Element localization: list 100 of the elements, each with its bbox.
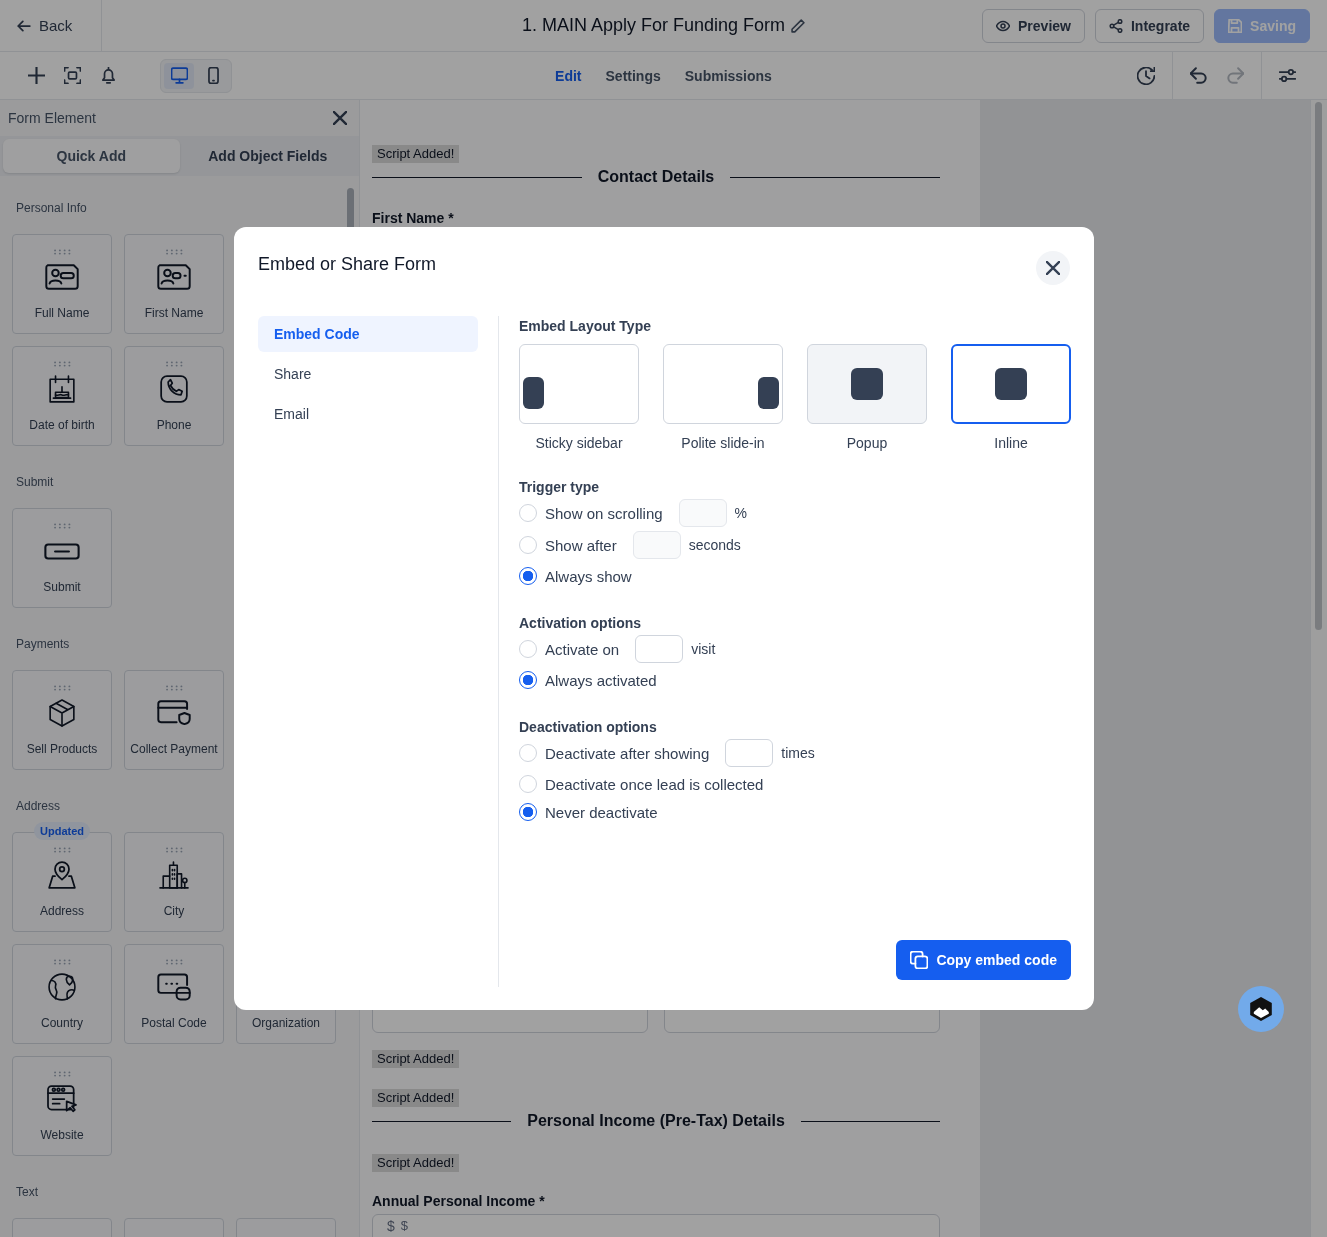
- desktop-view-button[interactable]: [164, 62, 194, 89]
- hexagon-logo-icon: [1250, 997, 1272, 1021]
- radio-button[interactable]: [519, 803, 537, 821]
- unit-label: visit: [691, 641, 716, 657]
- group-heading: Embed Layout Type: [519, 317, 651, 336]
- section-heading: Submit: [16, 474, 54, 490]
- radio-label[interactable]: Activate on: [545, 640, 620, 658]
- dialog-nav-item[interactable]: Email: [258, 396, 478, 432]
- undo-arrow-icon: [1189, 67, 1207, 84]
- dialog-nav-item[interactable]: Share: [258, 356, 478, 392]
- drag-handle-icon: [54, 685, 71, 691]
- section-heading: Text: [16, 1184, 38, 1200]
- script-tag: Script Added!: [372, 1050, 460, 1068]
- field-card[interactable]: Phone: [124, 346, 224, 446]
- drag-handle-icon: [54, 1071, 71, 1077]
- share-icon: [1108, 18, 1123, 33]
- currency-input-field[interactable]: $ $: [372, 1214, 940, 1237]
- redo-arrow-icon: [1226, 67, 1244, 84]
- field-card[interactable]: First Name: [124, 234, 224, 334]
- close-button[interactable]: [1036, 251, 1070, 285]
- sliders-icon: [1278, 67, 1296, 84]
- id-card-icon: [45, 263, 79, 291]
- field-card[interactable]: Website: [12, 1056, 112, 1156]
- dialog-nav-item[interactable]: Embed Code: [258, 316, 478, 352]
- editor-tab[interactable]: Submissions: [684, 63, 772, 88]
- layout-option[interactable]: [951, 344, 1071, 424]
- copy-icon: [910, 951, 929, 969]
- history-clock-icon: [1137, 66, 1155, 85]
- field-card[interactable]: Country: [12, 944, 112, 1044]
- number-input[interactable]: [725, 739, 774, 767]
- radio-label[interactable]: Deactivate once lead is collected: [545, 775, 764, 793]
- monitor-icon: [170, 67, 188, 84]
- back-button[interactable]: Back: [0, 0, 102, 51]
- drag-handle-icon: [54, 361, 71, 367]
- integrate-button[interactable]: Integrate: [1094, 8, 1205, 43]
- phone-icon: [157, 375, 191, 403]
- dotted-field-icon: [157, 973, 191, 1001]
- eye-icon: [996, 18, 1011, 33]
- field-label: First Name *: [372, 209, 454, 227]
- radio-button[interactable]: [519, 567, 537, 585]
- currency-symbol: $: [387, 1219, 395, 1233]
- section-heading: Address: [16, 798, 61, 814]
- field-label: Annual Personal Income *: [372, 1192, 545, 1210]
- section-title: Contact Details: [597, 168, 715, 186]
- script-tag: Script Added!: [372, 1154, 460, 1172]
- drag-handle-icon: [54, 523, 71, 529]
- field-card[interactable]: City: [124, 832, 224, 932]
- field-card[interactable]: Submit: [12, 508, 112, 608]
- card-label: Organization: [251, 1016, 320, 1030]
- close-icon: [333, 111, 347, 125]
- editor-tab[interactable]: Edit: [555, 63, 582, 88]
- radio-button[interactable]: [519, 671, 537, 689]
- number-input[interactable]: [635, 635, 684, 663]
- radio-label[interactable]: Show after: [545, 536, 617, 554]
- group-heading: Activation options: [519, 614, 642, 633]
- buildings-icon: [157, 861, 191, 889]
- radio-label[interactable]: Never deactivate: [545, 803, 658, 821]
- field-card[interactable]: Collect Payment: [124, 670, 224, 770]
- scrollbar-thumb[interactable]: [1315, 102, 1322, 630]
- bell-icon: [99, 67, 117, 84]
- field-card[interactable]: Postal Code: [124, 944, 224, 1044]
- unit-label: %: [734, 505, 747, 521]
- unit-label: times: [781, 745, 815, 761]
- plus-icon: [27, 67, 45, 84]
- drag-handle-icon: [166, 685, 183, 691]
- radio-label[interactable]: Show on scrolling: [545, 504, 663, 522]
- editor-tab[interactable]: Settings: [605, 63, 661, 88]
- field-card[interactable]: Full Name: [12, 234, 112, 334]
- layout-option-label: Sticky sidebar: [535, 434, 623, 453]
- dialog-title: Embed or Share Form: [258, 253, 437, 276]
- center-square-icon: [995, 368, 1027, 400]
- panel-tab[interactable]: Quick Add: [3, 139, 180, 173]
- center-square-icon: [851, 368, 883, 400]
- radio-label[interactable]: Deactivate after showing: [545, 744, 710, 762]
- drag-handle-icon: [54, 959, 71, 965]
- section-heading: Payments: [16, 636, 70, 652]
- panel-title: Form Element: [8, 110, 96, 126]
- unit-label: seconds: [688, 537, 741, 553]
- layout-option-label: Polite slide-in: [681, 434, 765, 453]
- field-card[interactable]: Sell Products: [12, 670, 112, 770]
- panel-tab[interactable]: Add Object Fields: [179, 139, 356, 173]
- browser-cursor-icon: [45, 1085, 79, 1113]
- drag-handle-icon: [166, 361, 183, 367]
- radio-label[interactable]: Always activated: [545, 671, 657, 689]
- script-tag: Script Added!: [372, 145, 460, 163]
- scrollbar-thumb[interactable]: [347, 188, 354, 230]
- drag-handle-icon: [54, 249, 71, 255]
- right-edge-tab-icon: [758, 377, 779, 409]
- group-heading: Deactivation options: [519, 718, 657, 737]
- pencil-icon[interactable]: [791, 18, 806, 33]
- status-badge: Updated: [34, 822, 90, 840]
- field-card[interactable]: Date of birth: [12, 346, 112, 446]
- drag-handle-icon: [54, 847, 71, 853]
- copy-embed-code-button[interactable]: Copy embed code: [896, 940, 1071, 980]
- form-title: 1. MAIN Apply For Funding Form: [521, 15, 786, 36]
- radio-label[interactable]: Always show: [545, 567, 632, 585]
- drag-handle-icon: [166, 959, 183, 965]
- preview-button[interactable]: Preview: [982, 8, 1085, 43]
- scan-frame-icon: [63, 67, 81, 84]
- drag-handle-icon: [166, 249, 183, 255]
